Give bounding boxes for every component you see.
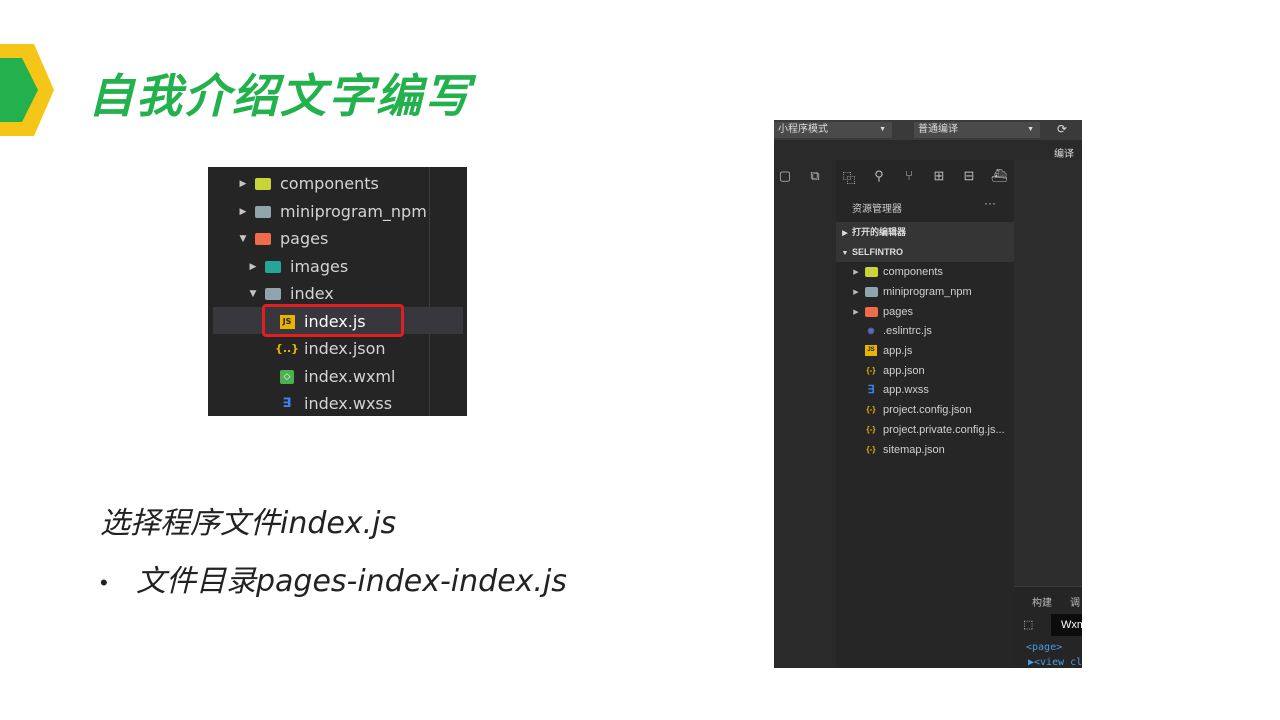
instruction-text: 选择程序文件index.js: [100, 506, 397, 541]
extensions-icon[interactable]: ⊞: [924, 168, 954, 186]
tab-build[interactable]: 构建: [1032, 594, 1052, 609]
tree-item-label: index.json: [304, 339, 386, 358]
folder-icon: [254, 204, 272, 220]
open-editors-header[interactable]: ▶ 打开的编辑器: [836, 222, 1014, 242]
slide-title: 自我介绍文字编写: [88, 69, 472, 123]
tab-debug[interactable]: 调: [1070, 594, 1080, 609]
tree-item-components[interactable]: ▶ components: [236, 170, 379, 197]
bullet-icon: •: [100, 570, 108, 596]
search-icon[interactable]: ⚲: [864, 168, 894, 186]
chevron-down-icon: ▼: [841, 250, 849, 257]
chevron-right-icon: ▶: [842, 230, 848, 237]
file-item-project-config[interactable]: {-} project.config.json: [850, 400, 972, 419]
tree-item-miniprogram-npm[interactable]: ▶ miniprogram_npm: [236, 198, 427, 225]
file-item-app-wxss[interactable]: ∃ app.wxss: [850, 380, 929, 399]
components-folder-icon: [864, 266, 878, 278]
chevron-down-icon: ▼: [249, 288, 257, 299]
chevron-right-icon: ▶: [239, 206, 247, 217]
panel-icon[interactable]: ⊟: [954, 168, 984, 186]
tree-item-pages[interactable]: ▼ pages: [236, 225, 329, 252]
highlight-box: [262, 304, 404, 337]
explorer-toolbar: ⿻ ⚲ ⑂ ⊞ ⊟ ⛴: [834, 168, 1014, 186]
tree-item-label: images: [290, 257, 349, 276]
compile-mode-select[interactable]: 普通编译 ▼: [914, 122, 1040, 138]
tree-item-label: index.wxml: [304, 367, 396, 386]
open-folder-icon: [264, 286, 282, 302]
caret-down-icon: ▼: [1027, 126, 1034, 133]
mode-select[interactable]: 小程序模式 ▼: [774, 122, 892, 138]
code-line: ▶<view cl: [1028, 657, 1082, 668]
file-item-miniprogram-npm[interactable]: ▶ miniprogram_npm: [850, 282, 971, 301]
left-toolbar: ▢ ⧉: [774, 168, 830, 186]
json-file-icon: {-}: [866, 366, 876, 375]
wxss-file-icon: ∃: [867, 384, 875, 396]
copy-files-icon[interactable]: ⿻: [834, 168, 864, 186]
compile-button-label[interactable]: 编译: [1054, 145, 1074, 160]
tree-item-label: index: [290, 284, 334, 303]
bullet-text: 文件目录pages-index-index.js: [136, 564, 567, 599]
folder-icon: [864, 286, 878, 298]
json-file-icon: {-}: [866, 445, 876, 454]
file-item-app-json[interactable]: {-} app.json: [850, 361, 925, 380]
chevron-decoration-icon: [0, 44, 54, 136]
images-folder-icon: [264, 259, 282, 275]
inspect-cursor-icon[interactable]: ⬚: [1023, 618, 1033, 631]
tree-item-label: miniprogram_npm: [280, 202, 427, 221]
explorer-title: 资源管理器: [852, 204, 902, 215]
chevron-right-icon: ▶: [853, 308, 859, 316]
chevron-right-icon: ▶: [239, 178, 247, 189]
refresh-icon[interactable]: ⟳: [1057, 122, 1071, 136]
stack-icon[interactable]: ⧉: [800, 168, 830, 186]
chevron-right-icon: ▶: [853, 268, 859, 276]
tree-item-index-wxss[interactable]: ∃ index.wxss: [260, 390, 393, 417]
pages-folder-icon: [254, 231, 272, 247]
json-file-icon: {-}: [866, 425, 876, 434]
eslint-file-icon: ◉: [867, 326, 875, 335]
tree-item-index-json[interactable]: {..} index.json: [260, 335, 386, 362]
tree-divider: [429, 167, 430, 416]
file-item-sitemap[interactable]: {-} sitemap.json: [850, 440, 945, 459]
file-item-components[interactable]: ▶ components: [850, 262, 943, 281]
tree-item-index-wxml[interactable]: ◇ index.wxml: [260, 363, 395, 390]
more-icon[interactable]: ···: [984, 196, 996, 210]
tree-item-index-folder[interactable]: ▼ index: [246, 280, 334, 307]
json-file-icon: {..}: [274, 342, 300, 355]
git-branch-icon[interactable]: ⑂: [894, 168, 924, 186]
file-item-project-private-config[interactable]: {-} project.private.config.js...: [850, 420, 1005, 439]
wxss-file-icon: ∃: [282, 396, 292, 411]
docker-icon[interactable]: ⛴: [984, 168, 1014, 186]
file-item-pages[interactable]: ▶ pages: [850, 302, 913, 321]
tree-item-label: index.wxss: [304, 394, 393, 413]
chevron-right-icon: ▶: [853, 288, 859, 296]
ide-screenshot: 小程序模式 ▼ 普通编译 ▼ ⟳ 编译 ▢ ⧉ ⿻ ⚲ ⑂ ⊞ ⊟ ⛴ 资源管理器 …: [774, 120, 1082, 668]
tree-item-label: components: [280, 174, 379, 193]
wxml-file-icon: ◇: [278, 369, 296, 385]
chevron-down-icon: ▼: [239, 233, 247, 244]
tree-item-label: pages: [280, 229, 329, 248]
window-icon[interactable]: ▢: [774, 168, 800, 186]
caret-down-icon: ▼: [879, 126, 886, 133]
tree-item-images[interactable]: ▶ images: [246, 253, 349, 280]
js-file-icon: JS: [864, 345, 878, 357]
json-file-icon: {-}: [866, 405, 876, 414]
simulator-panel: [774, 160, 836, 668]
pages-folder-icon: [864, 306, 878, 318]
components-folder-icon: [254, 176, 272, 192]
file-item-eslintrc[interactable]: ◉ .eslintrc.js: [850, 321, 932, 340]
file-item-app-js[interactable]: JS app.js: [850, 341, 912, 360]
chevron-right-icon: ▶: [249, 261, 257, 272]
bullet-item: • 文件目录pages-index-index.js: [100, 556, 567, 600]
project-header[interactable]: ▼ SELFINTRO: [836, 242, 1014, 262]
tab-wxml[interactable]: Wxm: [1051, 614, 1082, 636]
code-line: <page>: [1026, 642, 1063, 653]
